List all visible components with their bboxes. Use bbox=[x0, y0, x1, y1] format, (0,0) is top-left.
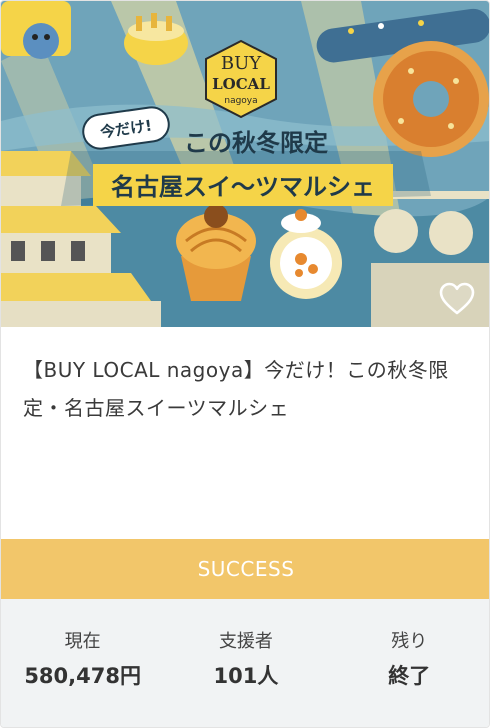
banner-headline: この秋冬限定 bbox=[184, 129, 328, 157]
stat-current-amount: 現在 580,478円 bbox=[1, 599, 164, 727]
heart-outline-icon bbox=[439, 282, 475, 315]
project-title[interactable]: 【BUY LOCAL nagoya】今だけ！この秋冬限定・名古屋スイーツマルシェ bbox=[23, 351, 469, 427]
stat-value: 101人 bbox=[213, 664, 279, 688]
project-card[interactable]: BUY LOCAL nagoya 今だけ! この秋冬限定 名古屋スイ〜ツマルシェ… bbox=[0, 0, 490, 728]
banner-logo-sub: nagoya bbox=[224, 96, 257, 106]
stat-supporters: 支援者 101人 bbox=[164, 599, 327, 727]
project-title-area: 【BUY LOCAL nagoya】今だけ！この秋冬限定・名古屋スイーツマルシェ bbox=[23, 351, 469, 427]
banner-logo-line2: LOCAL bbox=[212, 75, 270, 93]
stat-remaining: 残り 終了 bbox=[328, 599, 489, 727]
stat-label: 支援者 bbox=[218, 631, 273, 652]
stat-value: 580,478円 bbox=[24, 664, 141, 688]
stats-panel: 現在 580,478円 支援者 101人 残り 終了 bbox=[1, 599, 489, 727]
banner-logo-line1: BUY bbox=[221, 53, 262, 74]
stat-label: 現在 bbox=[64, 631, 101, 652]
favorite-button[interactable] bbox=[435, 277, 479, 321]
stat-value: 終了 bbox=[388, 664, 431, 688]
project-banner-image[interactable]: BUY LOCAL nagoya 今だけ! この秋冬限定 名古屋スイ〜ツマルシェ bbox=[1, 1, 489, 327]
status-label: SUCCESS bbox=[197, 557, 295, 581]
stat-label: 残り bbox=[391, 631, 428, 652]
banner-subheadline: 名古屋スイ〜ツマルシェ bbox=[111, 173, 375, 201]
status-bar: SUCCESS bbox=[1, 539, 489, 599]
banner-illustration: BUY LOCAL nagoya 今だけ! この秋冬限定 名古屋スイ〜ツマルシェ bbox=[1, 1, 489, 327]
